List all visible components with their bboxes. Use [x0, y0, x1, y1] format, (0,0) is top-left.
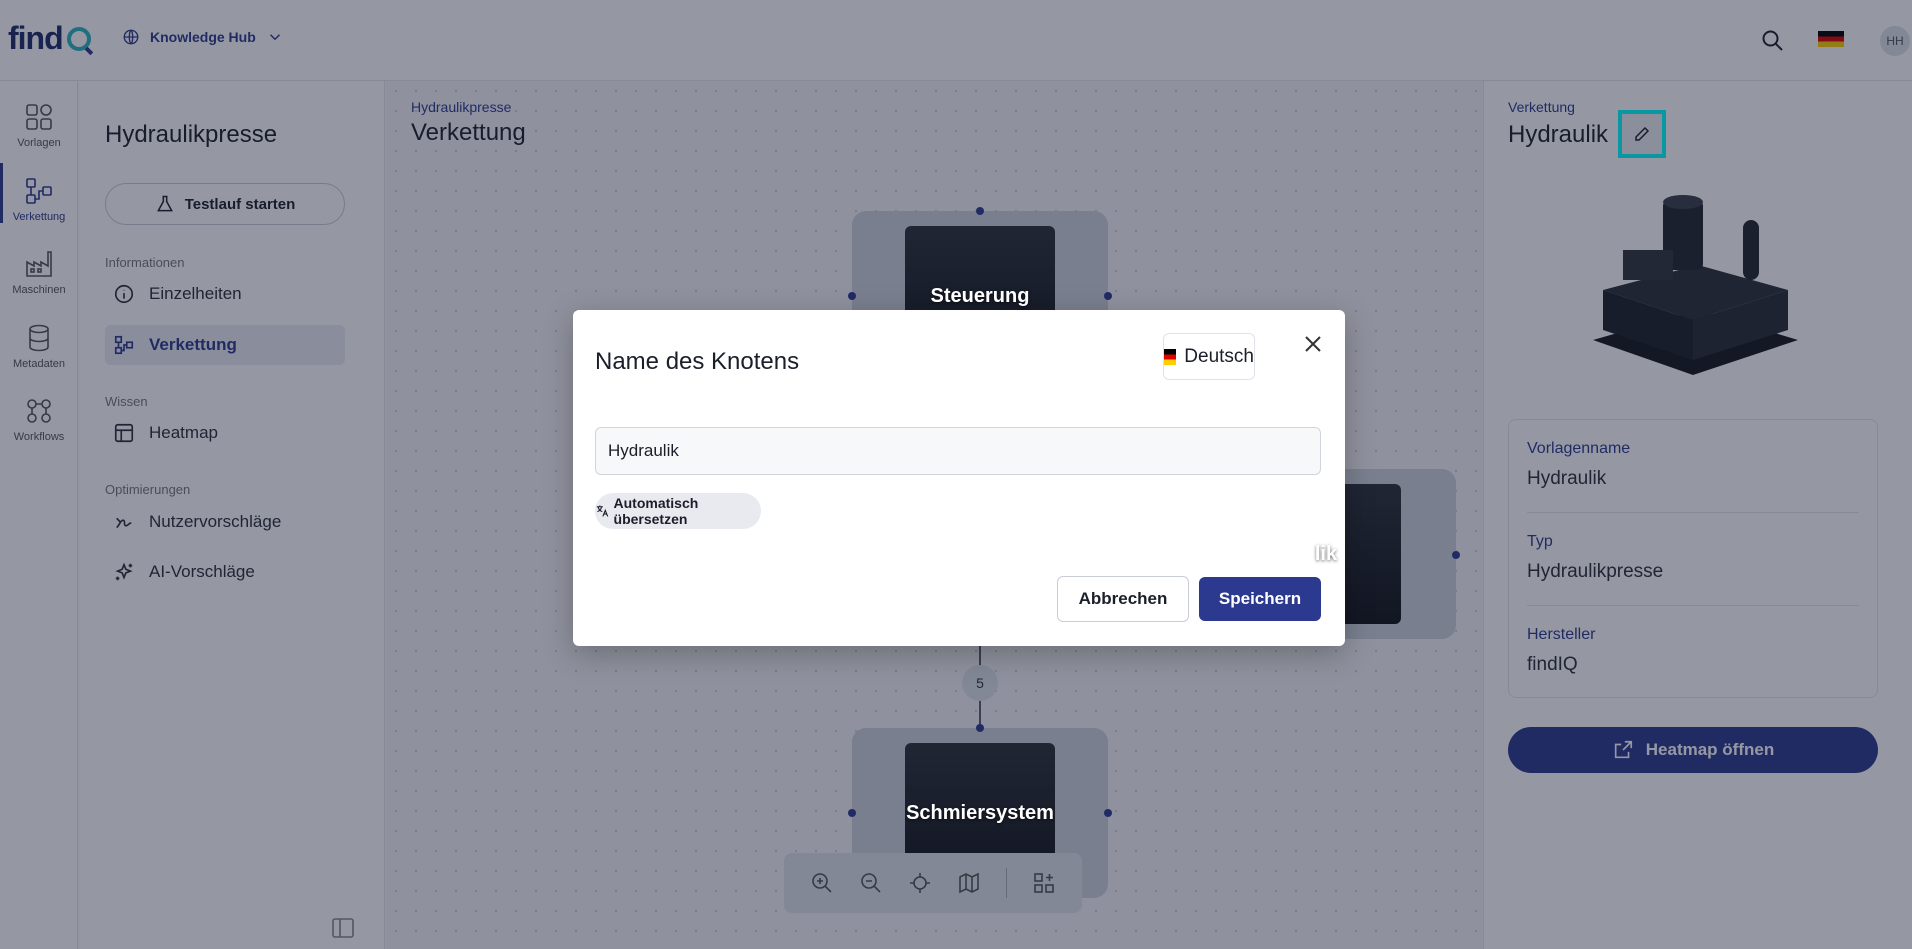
node-label: Schmiersystem: [906, 801, 1054, 824]
language-label: Deutsch: [1184, 345, 1254, 367]
dialog-title: Name des Knotens: [595, 348, 800, 375]
save-button[interactable]: Speichern: [1199, 577, 1321, 621]
auto-translate-button[interactable]: Automatisch übersetzen: [595, 493, 761, 529]
chip-label: Automatisch übersetzen: [613, 495, 699, 527]
node-label: Steuerung: [930, 284, 1030, 307]
german-flag-icon: [1164, 348, 1177, 365]
node-label: lik: [1314, 542, 1338, 565]
node-name-input[interactable]: Hydraulik: [595, 427, 1321, 475]
language-selector[interactable]: Deutsch: [1163, 333, 1255, 380]
rename-node-dialog: Name des Knotens Deutsch Hydraulik Autom…: [573, 310, 1345, 646]
translate-icon: [596, 505, 609, 517]
close-icon[interactable]: [1301, 332, 1325, 356]
cancel-button[interactable]: Abbrechen: [1057, 576, 1189, 622]
